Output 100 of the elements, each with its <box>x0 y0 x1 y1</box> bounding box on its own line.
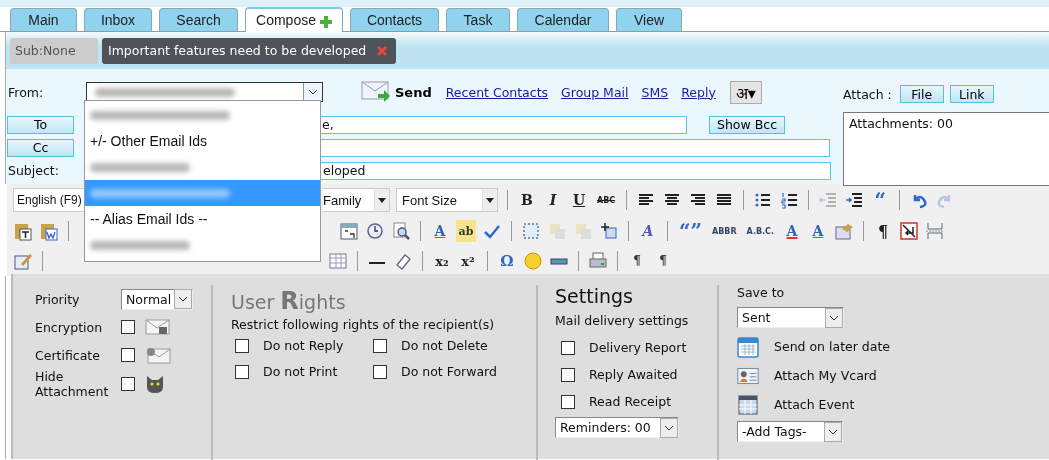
omega-button[interactable]: Ω <box>497 250 517 272</box>
strike-letter-button[interactable]: A <box>782 220 802 242</box>
attachments-count: Attachments: 00 <box>849 116 953 131</box>
save-to-select[interactable]: Sent <box>737 307 844 328</box>
tags-select[interactable]: -Add Tags- <box>737 421 843 442</box>
toolbar-select[interactable]: Family <box>323 188 390 212</box>
italic-button[interactable]: I <box>543 189 563 211</box>
from-label: From: <box>7 84 45 100</box>
indent-icon[interactable] <box>844 190 865 210</box>
link[interactable]: Group Mail <box>561 84 629 100</box>
clock-icon[interactable] <box>365 221 385 241</box>
ltr-button[interactable]: ¶ <box>627 250 647 272</box>
checkbox[interactable] <box>373 338 387 353</box>
checkbox[interactable] <box>121 348 135 362</box>
send-button[interactable]: Send <box>361 80 432 104</box>
checkbox-label: Read Receipt <box>589 394 672 409</box>
checkbox[interactable] <box>561 394 575 409</box>
tab[interactable]: Search <box>159 8 238 31</box>
caret-icon[interactable] <box>486 197 494 203</box>
tab[interactable]: Calendar <box>517 8 609 31</box>
action-link[interactable]: Attach My Vcard <box>774 368 877 383</box>
find-icon[interactable] <box>391 221 411 241</box>
reminders-select[interactable]: Reminders: 00 <box>555 417 679 438</box>
checkbox-label: Do not Reply <box>263 338 344 353</box>
calendar-icon[interactable] <box>737 335 759 358</box>
select-all-icon[interactable] <box>521 221 541 241</box>
checkbox[interactable] <box>235 364 249 379</box>
caret-icon[interactable] <box>378 197 386 203</box>
chevron-down-icon[interactable] <box>308 89 318 95</box>
underline-letter-button[interactable]: A <box>808 220 828 242</box>
section-subtitle: Restrict following rights of the recipient(s) <box>231 317 496 332</box>
cc-button[interactable]: Cc <box>7 138 74 157</box>
checkbox[interactable] <box>121 377 135 391</box>
print-icon[interactable] <box>588 251 608 271</box>
save-to-label: Save to <box>737 285 786 300</box>
tab[interactable]: Inbox <box>84 8 152 31</box>
no-break-icon[interactable] <box>899 221 919 241</box>
link[interactable]: Reply <box>681 84 716 100</box>
paste-word-icon[interactable] <box>39 221 59 241</box>
attach-button[interactable]: Link <box>949 85 994 103</box>
envelope-arrow-icon[interactable] <box>361 80 391 104</box>
chevron-down-icon[interactable] <box>178 296 188 302</box>
tab[interactable]: Main <box>10 8 77 31</box>
tab[interactable]: Task <box>446 8 510 31</box>
envelope-lock-icon <box>145 318 171 336</box>
subject-label: Subject: <box>7 163 60 178</box>
checkbox[interactable] <box>235 338 249 353</box>
checkbox[interactable] <box>561 340 575 355</box>
checkbox[interactable] <box>121 320 135 334</box>
abbr-button[interactable]: ABBR <box>710 220 739 242</box>
strike-button[interactable]: ABC <box>595 189 618 211</box>
envelope-seal-icon <box>145 346 171 364</box>
superscript-button[interactable]: x² <box>458 250 478 272</box>
tab[interactable]: View <box>616 8 682 31</box>
checkbox-label: Do not Print <box>263 364 338 379</box>
action-link[interactable]: Attach Event <box>774 397 855 412</box>
bold-button[interactable]: B <box>517 189 537 211</box>
script-button[interactable]: अ▾ <box>729 80 762 104</box>
blockquote-button[interactable]: “ <box>870 189 891 211</box>
date-icon[interactable] <box>339 221 359 241</box>
table-icon[interactable] <box>737 393 759 416</box>
link[interactable]: Recent Contacts <box>445 84 549 100</box>
priority-label: Priority <box>35 291 81 307</box>
section-title: Settings <box>555 285 634 309</box>
numbered-list-icon[interactable] <box>779 190 800 210</box>
link[interactable]: SMS <box>641 84 669 100</box>
option-label: Certificate <box>35 347 101 363</box>
show-bcc-button[interactable]: Show Bcc <box>709 115 785 134</box>
crop-icon[interactable] <box>599 221 619 241</box>
tab[interactable]: Compose <box>245 7 343 32</box>
cat-icon <box>145 374 165 394</box>
action-link[interactable]: Send on later date <box>774 339 891 354</box>
tab[interactable]: Contacts <box>350 8 439 31</box>
highlight-button[interactable]: ab <box>456 220 476 242</box>
option-label: Hide Attachment <box>35 369 110 399</box>
priority-select[interactable]: Normal <box>121 288 193 310</box>
checkbox[interactable] <box>561 367 575 382</box>
cite-button[interactable]: “” <box>677 220 704 242</box>
attach-button[interactable]: File <box>899 85 944 103</box>
subject-tag: Sub:None <box>10 37 98 64</box>
section-subtitle: Mail delivery settings <box>555 313 690 328</box>
attach-label: Attach : <box>843 86 892 102</box>
chevron-down-icon[interactable] <box>828 428 838 435</box>
checkbox[interactable] <box>373 364 387 379</box>
rtl-button[interactable]: ¶ <box>653 250 673 272</box>
paste-text-icon[interactable] <box>13 221 33 241</box>
toolbar-select[interactable]: Font Size <box>396 188 498 212</box>
chip-label: Important features need to be developed <box>108 43 367 58</box>
underline-button[interactable]: U <box>569 189 589 211</box>
text-color-button[interactable]: A <box>430 220 450 242</box>
checkbox-label: Do not Delete <box>401 338 488 353</box>
acronym-button[interactable]: A.B.C. <box>744 220 776 242</box>
pilcrow-button[interactable]: ¶ <box>873 220 893 242</box>
option-label: Encryption <box>35 319 104 335</box>
to-button[interactable]: To <box>7 115 74 134</box>
chevron-down-icon[interactable] <box>829 314 839 321</box>
from-select[interactable] <box>86 82 323 102</box>
subscript-button[interactable]: x₂ <box>432 250 452 272</box>
chevron-down-icon[interactable] <box>664 424 674 431</box>
styles-button[interactable]: A <box>638 220 658 242</box>
